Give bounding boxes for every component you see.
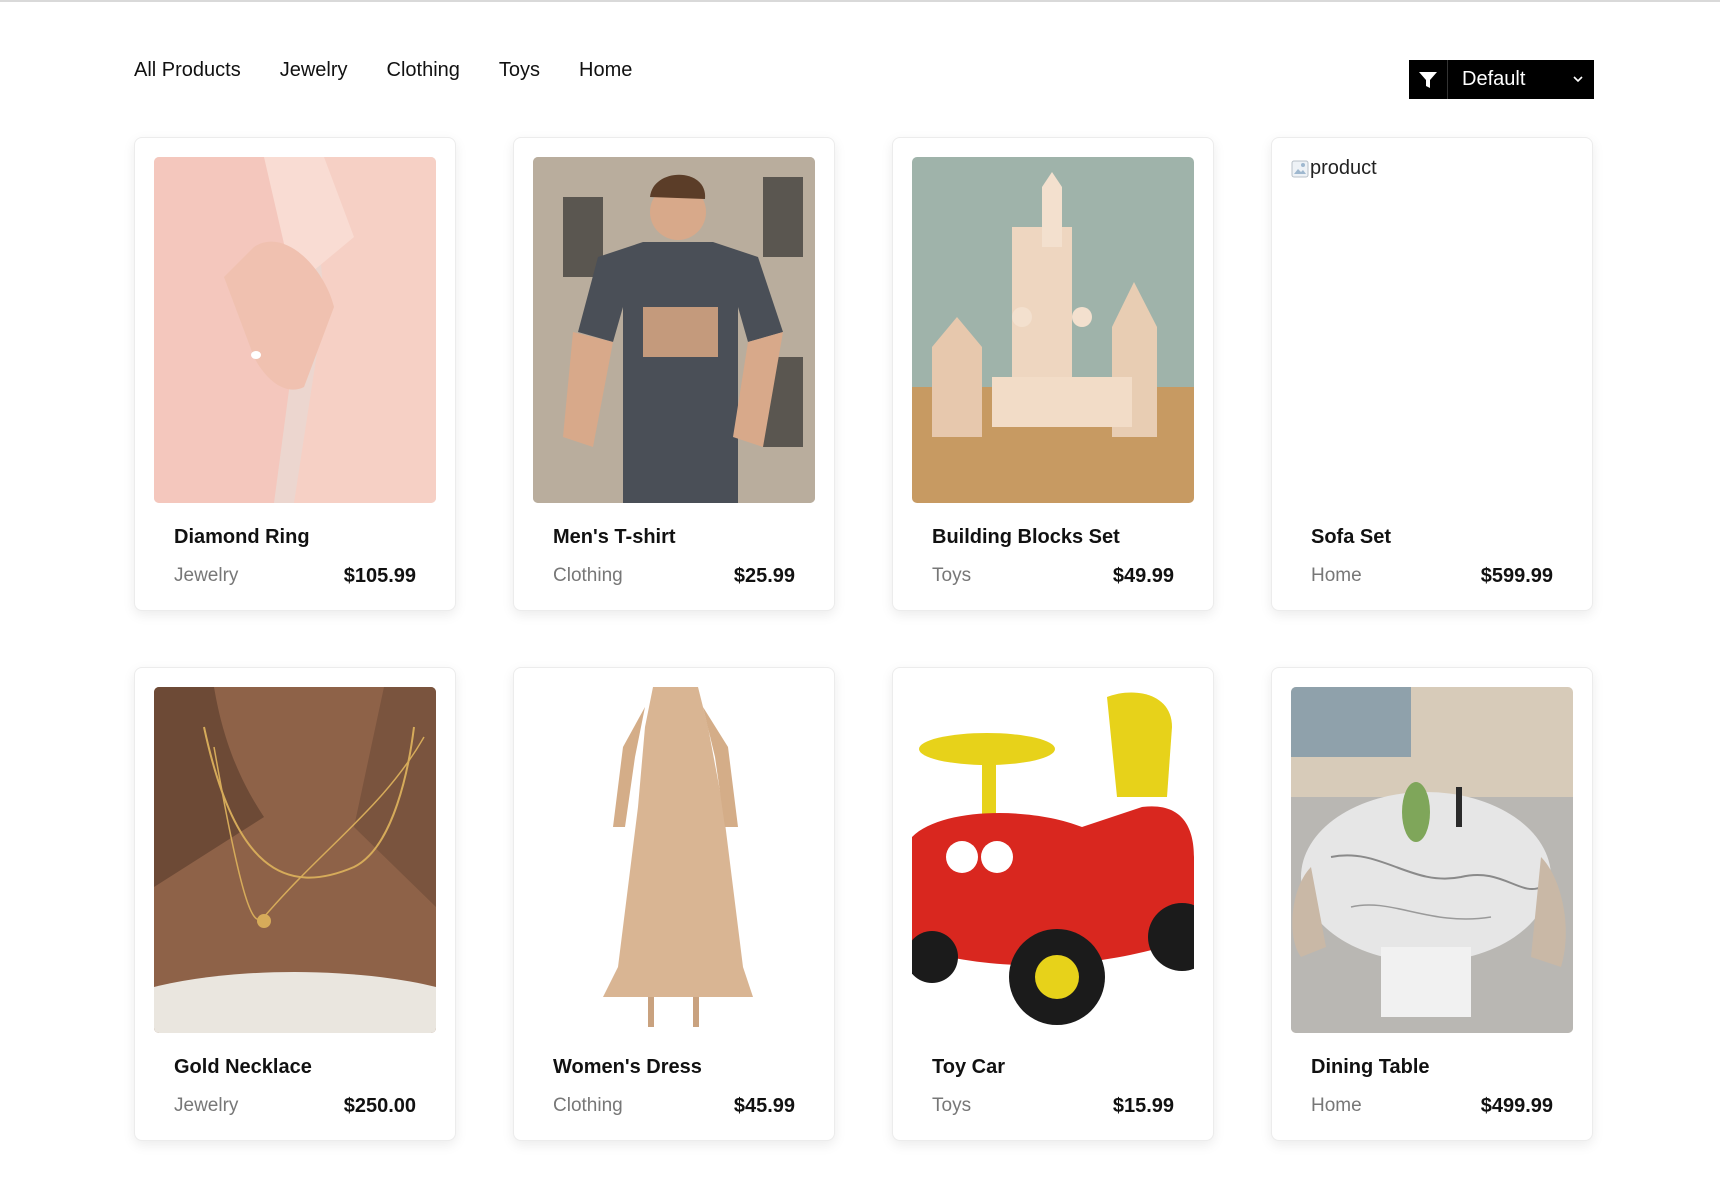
product-price: $45.99 xyxy=(733,1095,795,1117)
product-card[interactable]: Diamond Ring Jewelry $105.99 xyxy=(134,137,456,611)
product-name: Toy Car xyxy=(932,1056,1005,1078)
broken-image-icon xyxy=(1291,160,1309,177)
nav-jewelry[interactable]: Jewelry xyxy=(280,56,348,84)
product-card[interactable]: Gold Necklace Jewelry $250.00 xyxy=(134,667,456,1141)
product-category: Toys xyxy=(932,565,972,586)
product-grid: Diamond Ring Jewelry $105.99 Men's T-shi… xyxy=(134,137,1593,1141)
toycar-photo xyxy=(912,687,1194,1033)
broken-image: product xyxy=(1291,157,1377,180)
sort-select[interactable]: Default xyxy=(1448,60,1594,99)
table-photo xyxy=(1291,687,1573,1033)
nav-toys[interactable]: Toys xyxy=(499,56,540,84)
product-image xyxy=(533,687,815,1033)
product-price: $599.99 xyxy=(1480,565,1553,587)
sort-control: Default xyxy=(1409,60,1594,99)
product-price: $49.99 xyxy=(1112,565,1174,587)
blocks-photo xyxy=(912,157,1194,503)
product-card[interactable]: Building Blocks Set Toys $49.99 xyxy=(892,137,1214,611)
sort-selected-value: Default xyxy=(1462,68,1526,90)
product-card[interactable]: Men's T-shirt Clothing $25.99 xyxy=(513,137,835,611)
product-category: Clothing xyxy=(553,1095,623,1116)
product-name: Sofa Set xyxy=(1311,526,1392,548)
product-name: Building Blocks Set xyxy=(932,526,1120,548)
product-image xyxy=(912,157,1194,503)
filter-button[interactable] xyxy=(1409,60,1448,99)
filter-icon xyxy=(1419,71,1437,88)
product-card[interactable]: Women's Dress Clothing $45.99 xyxy=(513,667,835,1141)
product-category: Home xyxy=(1311,565,1362,586)
product-image xyxy=(533,157,815,503)
nav-clothing[interactable]: Clothing xyxy=(387,56,460,84)
dress-photo xyxy=(533,687,815,1033)
product-image xyxy=(912,687,1194,1033)
nav-home[interactable]: Home xyxy=(579,56,632,84)
product-name: Dining Table xyxy=(1311,1056,1430,1078)
product-price: $15.99 xyxy=(1112,1095,1174,1117)
product-image xyxy=(154,687,436,1033)
necklace-photo xyxy=(154,687,436,1033)
category-nav: All Products Jewelry Clothing Toys Home xyxy=(134,56,632,84)
product-category: Jewelry xyxy=(174,565,239,586)
product-category: Clothing xyxy=(553,565,623,586)
product-category: Toys xyxy=(932,1095,972,1116)
chevron-down-icon xyxy=(1573,76,1583,83)
product-category: Jewelry xyxy=(174,1095,239,1116)
product-price: $105.99 xyxy=(343,565,416,587)
product-image xyxy=(1291,687,1573,1033)
product-name: Gold Necklace xyxy=(174,1056,312,1078)
product-card[interactable]: Toy Car Toys $15.99 xyxy=(892,667,1214,1141)
product-price: $25.99 xyxy=(733,565,795,587)
product-card[interactable]: Dining Table Home $499.99 xyxy=(1271,667,1593,1141)
top-border xyxy=(0,0,1720,2)
ring-photo xyxy=(154,157,436,503)
product-price: $499.99 xyxy=(1480,1095,1553,1117)
product-name: Diamond Ring xyxy=(174,526,310,548)
nav-all-products[interactable]: All Products xyxy=(134,56,241,84)
product-image xyxy=(154,157,436,503)
product-card[interactable]: product Sofa Set Home $599.99 xyxy=(1271,137,1593,611)
product-name: Men's T-shirt xyxy=(553,526,676,548)
image-alt-text: product xyxy=(1310,157,1377,179)
product-category: Home xyxy=(1311,1095,1362,1116)
tshirt-photo xyxy=(533,157,815,503)
product-price: $250.00 xyxy=(343,1095,416,1117)
product-name: Women's Dress xyxy=(553,1056,702,1078)
